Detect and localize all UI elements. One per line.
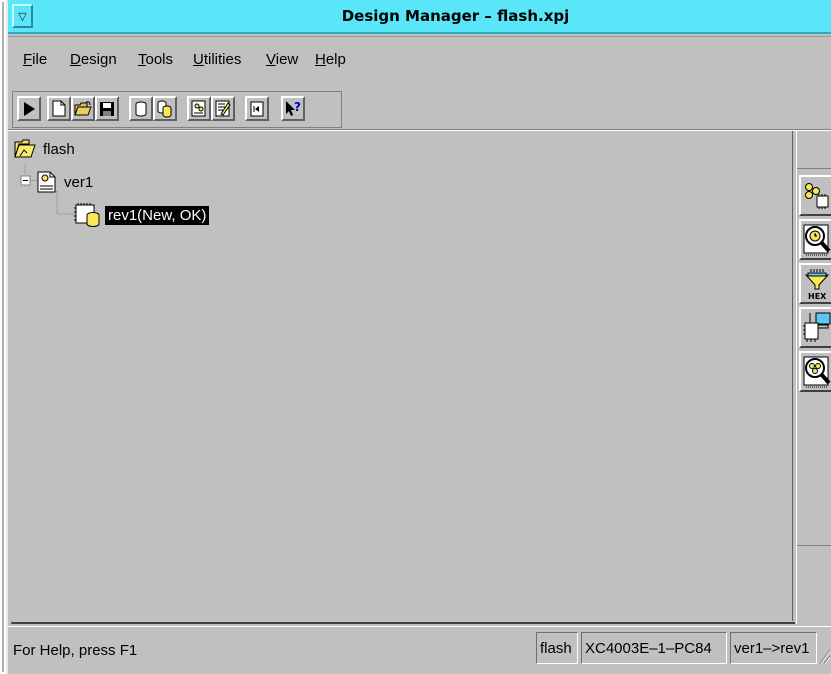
new-button[interactable] [47, 96, 71, 121]
menu-view[interactable]: View [266, 51, 298, 68]
back-button[interactable] [245, 96, 269, 121]
play-icon [24, 101, 35, 116]
menu-bar: File Design Tools Utilities View Help [8, 36, 831, 86]
timing-analyzer-button[interactable] [799, 219, 831, 260]
new-version-button[interactable] [129, 96, 153, 121]
hex-funnel-icon: HEX [804, 268, 829, 301]
menu-utilities[interactable]: Utilities [193, 51, 241, 68]
cylinder-icon [135, 101, 147, 116]
tree-node-project-label: flash [43, 140, 75, 158]
cylinders-icon [157, 100, 172, 117]
report-icon [191, 100, 206, 117]
save-button[interactable] [95, 96, 119, 121]
menu-file-mnemonic: F [23, 51, 33, 68]
menu-view-mnemonic: V [266, 51, 276, 68]
edit-report-button[interactable] [211, 96, 235, 121]
project-folder-icon [14, 139, 36, 158]
flow-tools-header [797, 131, 831, 169]
pointer-question-icon: ? [286, 100, 301, 116]
menu-view-rest: iew [275, 51, 299, 68]
status-bar: For Help, press F1 flash XC4003E–1–PC84 … [8, 626, 831, 674]
svg-text:?: ? [294, 100, 301, 114]
floppy-disk-icon [100, 101, 114, 116]
chip-magnifier-icon [803, 356, 830, 387]
menu-help[interactable]: Help [315, 51, 346, 68]
menu-tools-mnemonic: T [138, 51, 146, 68]
design-manager-window: ▽ Design Manager – flash.xpj File Design… [6, 0, 831, 674]
timing-magnifier-icon [803, 224, 830, 255]
run-button[interactable] [17, 96, 41, 121]
flow-chip-icon [804, 182, 828, 209]
flow-engine-button[interactable] [799, 175, 831, 216]
back-arrow-icon [250, 101, 264, 116]
version-document-icon [37, 171, 56, 193]
project-tree[interactable]: flash ver1 rev1(New, OK) [11, 131, 793, 621]
edit-report-icon [215, 100, 231, 117]
svg-text:HEX: HEX [808, 292, 827, 301]
flow-tools-divider [797, 545, 831, 546]
tree-node-project[interactable]: flash [14, 139, 78, 159]
tree-node-version[interactable]: ver1 [37, 171, 96, 193]
menu-design-rest: esign [80, 51, 117, 68]
menu-utilities-rest: tilities [203, 51, 242, 68]
menu-tools[interactable]: Tools [138, 51, 173, 68]
revision-chip-icon [74, 203, 100, 227]
menu-design-mnemonic: D [70, 51, 81, 68]
tree-node-version-label: ver1 [64, 173, 94, 191]
debugger-computer-icon [802, 312, 830, 342]
resize-grip-icon[interactable] [817, 645, 831, 665]
status-project: flash [536, 632, 578, 664]
status-device: XC4003E–1–PC84 [581, 632, 727, 664]
tree-node-revision[interactable]: rev1(New, OK) [73, 202, 210, 228]
menu-help-rest: elp [325, 51, 346, 68]
menu-file-rest: ile [32, 51, 48, 68]
tree-node-revision-label: rev1(New, OK) [105, 205, 210, 225]
menu-file[interactable]: File [23, 51, 47, 68]
toolbar: ? [12, 91, 342, 128]
status-help-text: For Help, press F1 [13, 641, 138, 659]
context-help-button[interactable]: ? [281, 96, 305, 121]
flow-tools-pane: HEX [796, 131, 831, 624]
open-button[interactable] [71, 96, 95, 121]
window-title: Design Manager – flash.xpj [341, 7, 570, 25]
new-revision-button[interactable] [153, 96, 177, 121]
menu-tools-rest: ools [145, 51, 174, 68]
menu-help-mnemonic: H [315, 51, 326, 68]
prom-formatter-button[interactable]: HEX [799, 263, 831, 304]
report-browser-button[interactable] [187, 96, 211, 121]
title-bar[interactable]: ▽ Design Manager – flash.xpj [8, 0, 831, 34]
epic-design-editor-button[interactable] [799, 351, 831, 392]
menu-design[interactable]: Design [70, 51, 117, 68]
new-document-icon [52, 100, 66, 117]
hardware-debugger-button[interactable] [799, 307, 831, 348]
open-folder-icon [74, 100, 92, 115]
status-revision: ver1–>rev1 [730, 632, 817, 664]
menu-utilities-mnemonic: U [193, 51, 204, 68]
